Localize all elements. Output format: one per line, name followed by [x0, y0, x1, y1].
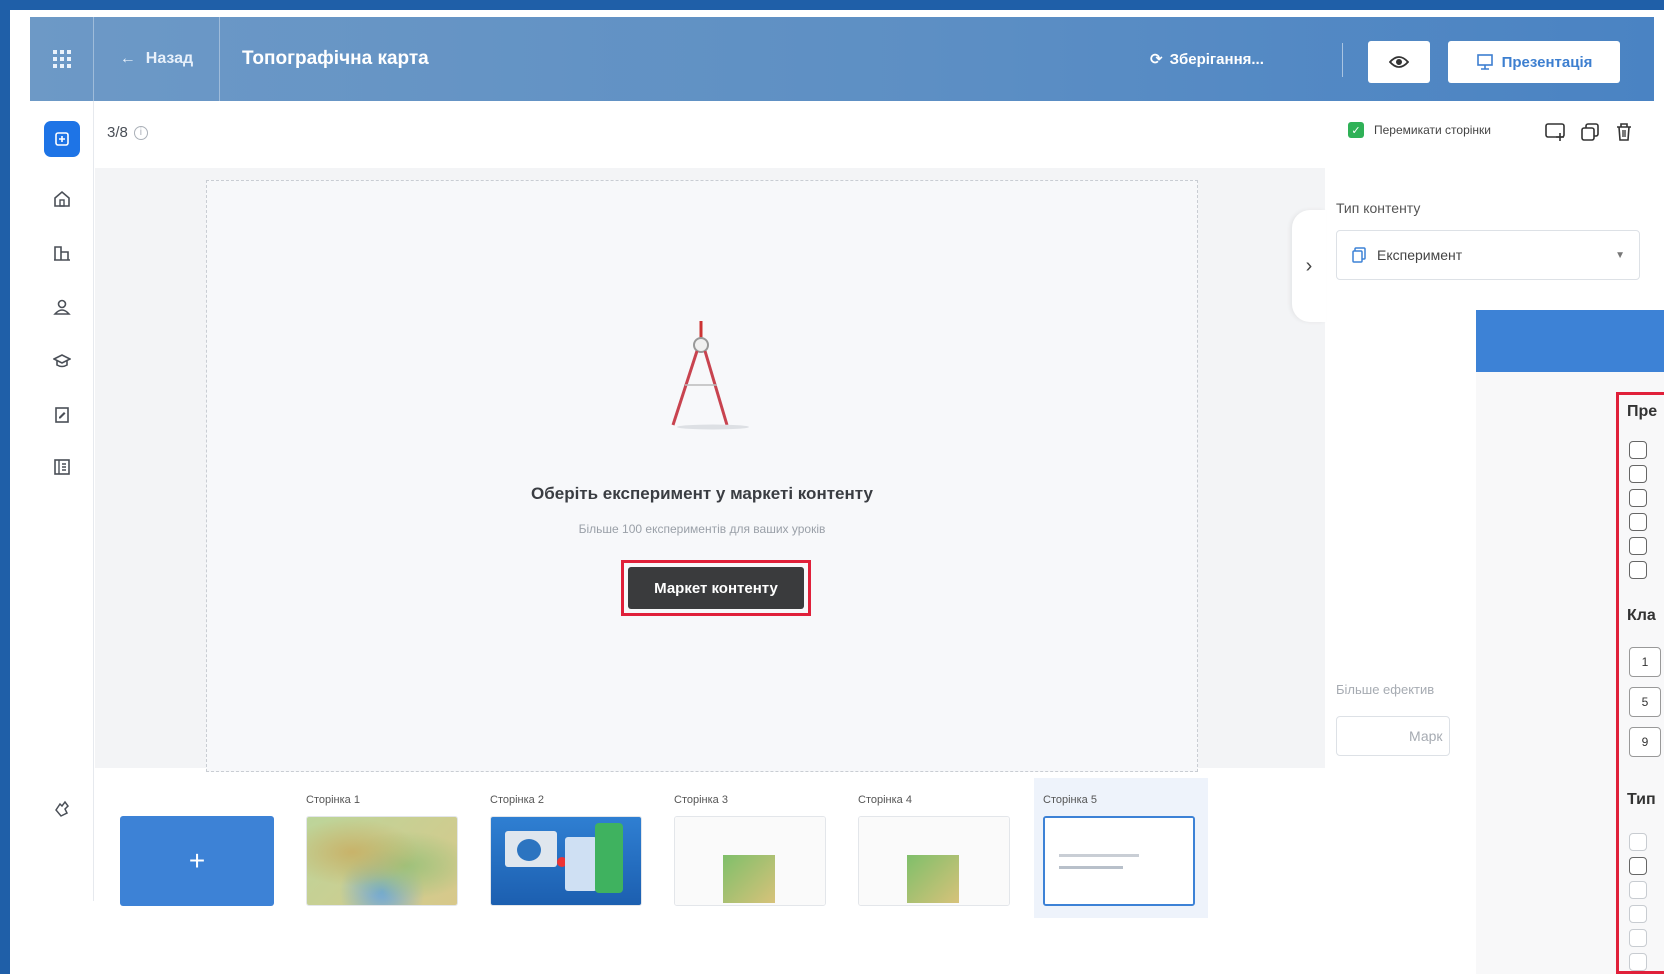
filter-highlight-frame: Пре Кла 1 5 9 Тип — [1616, 392, 1664, 974]
class-chip[interactable]: 1 — [1629, 647, 1661, 677]
page-counter-text: 3/8 — [107, 124, 128, 141]
filter-panel-header — [1476, 310, 1664, 372]
content-dropzone[interactable] — [206, 180, 1198, 772]
presentation-label: Презентація — [1501, 53, 1593, 71]
mini-page-preview — [1045, 818, 1193, 904]
eye-icon — [1389, 56, 1409, 68]
filter-checkbox[interactable] — [1629, 905, 1647, 923]
saving-status: ⟳ Зберігання... — [1150, 17, 1264, 101]
graduation-cap-icon — [53, 354, 71, 368]
page-thumbnail-3[interactable] — [674, 816, 826, 906]
add-page-icon[interactable] — [1544, 120, 1568, 144]
empty-state-subtitle: Більше 100 експериментів для ваших урокі… — [578, 522, 826, 536]
page-label: Сторінка 2 — [490, 794, 544, 806]
nav-sign-language[interactable] — [44, 791, 80, 827]
plus-square-icon — [55, 132, 69, 146]
filter-checkbox[interactable] — [1629, 441, 1647, 459]
filter-section-type: Тип — [1627, 791, 1656, 808]
filter-checkbox[interactable] — [1629, 465, 1647, 483]
content-type-value: Експеримент — [1377, 247, 1463, 263]
copy-icon — [1352, 247, 1366, 263]
filter-checkbox[interactable] — [1629, 953, 1647, 971]
nav-users[interactable] — [44, 289, 80, 325]
highlight-frame: Маркет контенту — [621, 560, 811, 616]
class-chip[interactable]: 9 — [1629, 727, 1661, 757]
page-counter: 3/8 i — [107, 124, 148, 141]
content-type-label: Тип контенту — [1336, 200, 1421, 216]
mini-page-preview — [675, 817, 825, 905]
switch-pages-toggle[interactable]: ✓ Перемикати сторінки — [1348, 122, 1491, 138]
content-type-select[interactable]: Експеримент ▼ — [1336, 230, 1640, 280]
devices-image — [491, 817, 641, 905]
filter-checkbox[interactable] — [1629, 833, 1647, 851]
nav-add-content[interactable] — [44, 121, 80, 157]
presentation-icon — [1476, 54, 1493, 70]
content-market-button[interactable]: Маркет контенту — [628, 567, 804, 609]
info-icon[interactable]: i — [133, 125, 148, 140]
filter-checkbox[interactable] — [1629, 881, 1647, 899]
chevron-right-icon: › — [1305, 254, 1313, 277]
filter-section-class: Кла — [1627, 607, 1656, 624]
panel-toggle[interactable]: › — [1292, 210, 1326, 322]
left-sidebar — [30, 101, 94, 901]
filter-checkbox[interactable] — [1629, 929, 1647, 947]
class-chip[interactable]: 5 — [1629, 687, 1661, 717]
filter-checkbox[interactable] — [1629, 513, 1647, 531]
nav-courses[interactable] — [44, 343, 80, 379]
page-label: Сторінка 4 — [858, 794, 912, 806]
toggle-label: Перемикати сторінки — [1374, 123, 1492, 137]
saving-label: Зберігання... — [1169, 50, 1264, 68]
building-icon — [54, 246, 70, 261]
mini-page-preview — [859, 817, 1009, 905]
book-icon — [54, 459, 70, 475]
add-page-button[interactable]: + — [120, 816, 274, 906]
filter-checkbox[interactable] — [1629, 537, 1647, 555]
panel-market-button[interactable]: Марк — [1336, 716, 1450, 756]
filter-checkbox[interactable] — [1629, 561, 1647, 579]
user-icon — [53, 299, 71, 315]
caret-down-icon: ▼ — [1615, 249, 1625, 261]
checkbox-checked-icon[interactable]: ✓ — [1348, 122, 1364, 138]
presentation-button[interactable]: Презентація — [1448, 41, 1620, 83]
compass-icon — [671, 321, 749, 430]
nav-library[interactable] — [44, 449, 80, 485]
page-thumbnail-4[interactable] — [858, 816, 1010, 906]
filter-checkbox[interactable] — [1629, 857, 1647, 875]
nav-tasks[interactable] — [44, 397, 80, 433]
map-image — [307, 817, 457, 905]
page-tools — [1544, 120, 1636, 144]
nav-home[interactable] — [44, 181, 80, 217]
top-bar: ← Назад Топографічна карта ⟳ Зберігання.… — [30, 17, 1654, 101]
preview-button[interactable] — [1368, 41, 1430, 83]
lesson-title: Топографічна карта — [242, 48, 429, 69]
document-edit-icon — [55, 407, 69, 423]
home-icon — [54, 190, 70, 207]
filter-section-subject: Пре — [1627, 403, 1658, 420]
hand-icon — [55, 800, 69, 817]
duplicate-icon[interactable] — [1578, 120, 1602, 144]
page-label: Сторінка 3 — [674, 794, 728, 806]
page-label: Сторінка 1 — [306, 794, 360, 806]
divider — [1342, 43, 1343, 77]
arrow-left-icon: ← — [119, 50, 136, 67]
page-thumbnail-5[interactable] — [1043, 816, 1195, 906]
filter-checkbox[interactable] — [1629, 489, 1647, 507]
panel-hint: Більше ефектив — [1336, 682, 1435, 697]
back-button[interactable]: ← Назад — [94, 17, 220, 101]
page-thumbnail-1[interactable] — [306, 816, 458, 906]
page-label: Сторінка 5 — [1043, 794, 1097, 806]
nav-school[interactable] — [44, 235, 80, 271]
refresh-icon: ⟳ — [1150, 51, 1163, 68]
apps-grid-icon[interactable] — [30, 17, 94, 101]
empty-state-title: Оберіть експеримент у маркеті контенту — [531, 484, 873, 503]
trash-icon[interactable] — [1612, 120, 1636, 144]
page-thumbnail-2[interactable] — [490, 816, 642, 906]
back-label: Назад — [145, 50, 194, 67]
